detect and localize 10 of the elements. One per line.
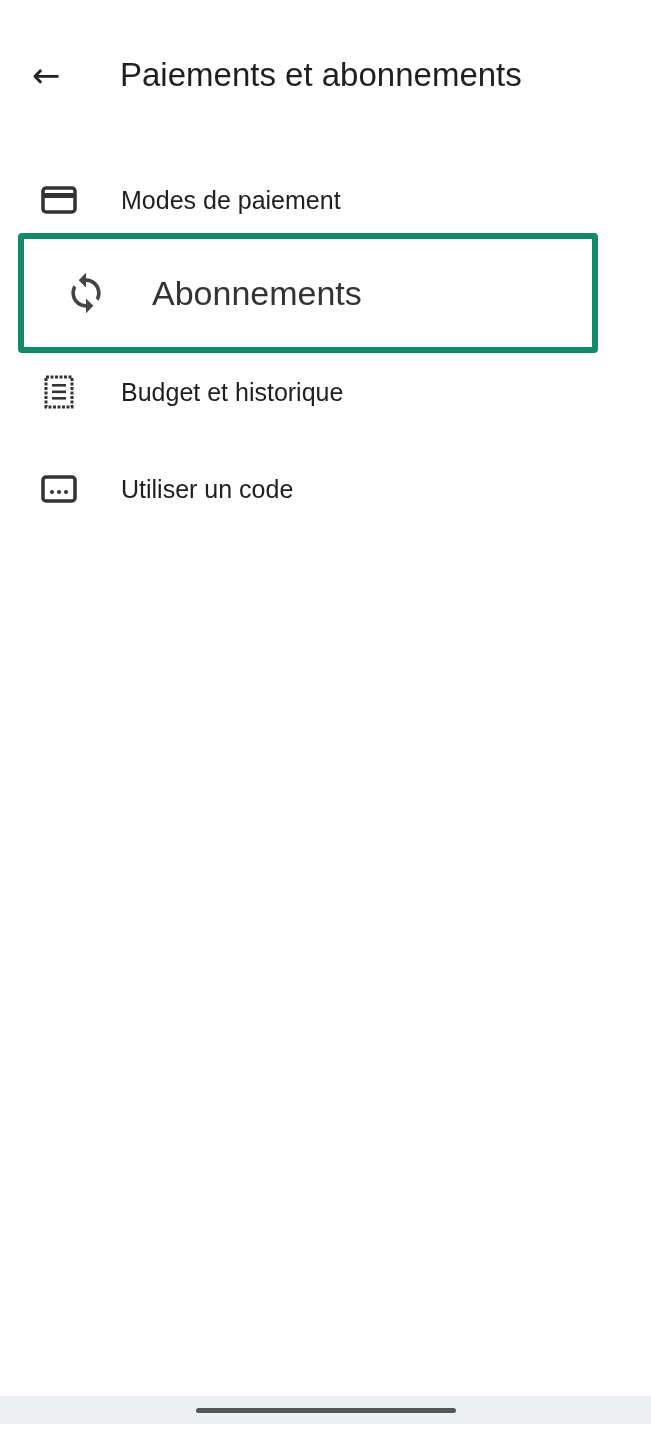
menu-item[interactable]: Utiliser un code — [0, 453, 651, 525]
menu-item[interactable]: Budget et historique — [0, 356, 651, 428]
credit-card-icon — [40, 186, 77, 214]
page-title: Paiements et abonnements — [120, 56, 522, 94]
back-button[interactable]: ← — [26, 55, 66, 95]
code-box-icon — [40, 475, 77, 503]
menu-item[interactable]: Modes de paiement — [0, 164, 651, 236]
receipt-icon — [42, 375, 75, 409]
menu-item[interactable]: Abonnements — [18, 233, 598, 353]
home-handle[interactable] — [195, 1407, 456, 1413]
